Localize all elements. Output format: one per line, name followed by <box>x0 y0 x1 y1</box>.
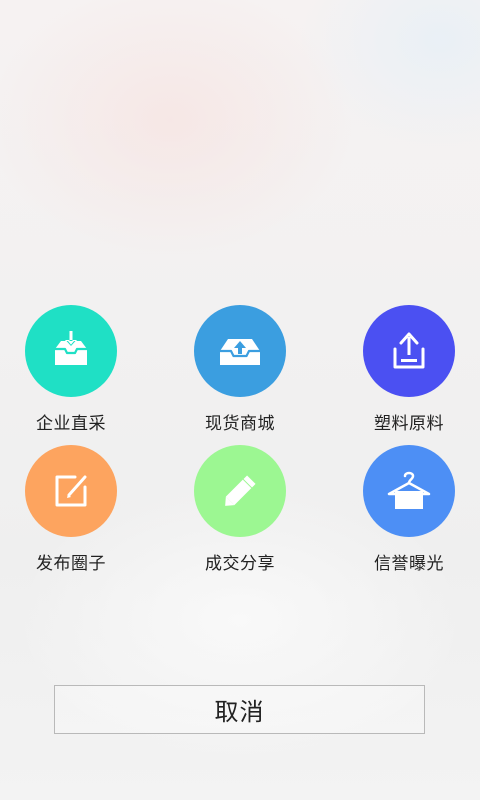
menu-item-label: 现货商城 <box>205 414 275 434</box>
menu-item-label: 企业直采 <box>36 414 106 434</box>
edit-icon <box>25 445 117 537</box>
tray-download-icon <box>25 305 117 397</box>
box-upload-icon <box>363 305 455 397</box>
tray-upload-icon <box>194 305 286 397</box>
menu-item-post-circle[interactable]: 发布圈子 <box>1 445 141 585</box>
menu-item-deal-share[interactable]: 成交分享 <box>170 445 310 585</box>
menu-item-spot-mall[interactable]: 现货商城 <box>170 305 310 445</box>
menu-item-label: 发布圈子 <box>36 554 106 574</box>
menu-item-label: 塑料原料 <box>374 414 444 434</box>
menu-item-plastic-material[interactable]: 塑料原料 <box>339 305 479 445</box>
cancel-button[interactable]: 取消 <box>54 685 425 734</box>
menu-item-label: 成交分享 <box>205 554 275 574</box>
menu-item-label: 信誉曝光 <box>374 554 444 574</box>
hanger-icon <box>363 445 455 537</box>
menu-item-credit-exposure[interactable]: 信誉曝光 <box>339 445 479 585</box>
pencil-icon <box>194 445 286 537</box>
menu-item-enterprise-purchase[interactable]: 企业直采 <box>1 305 141 445</box>
